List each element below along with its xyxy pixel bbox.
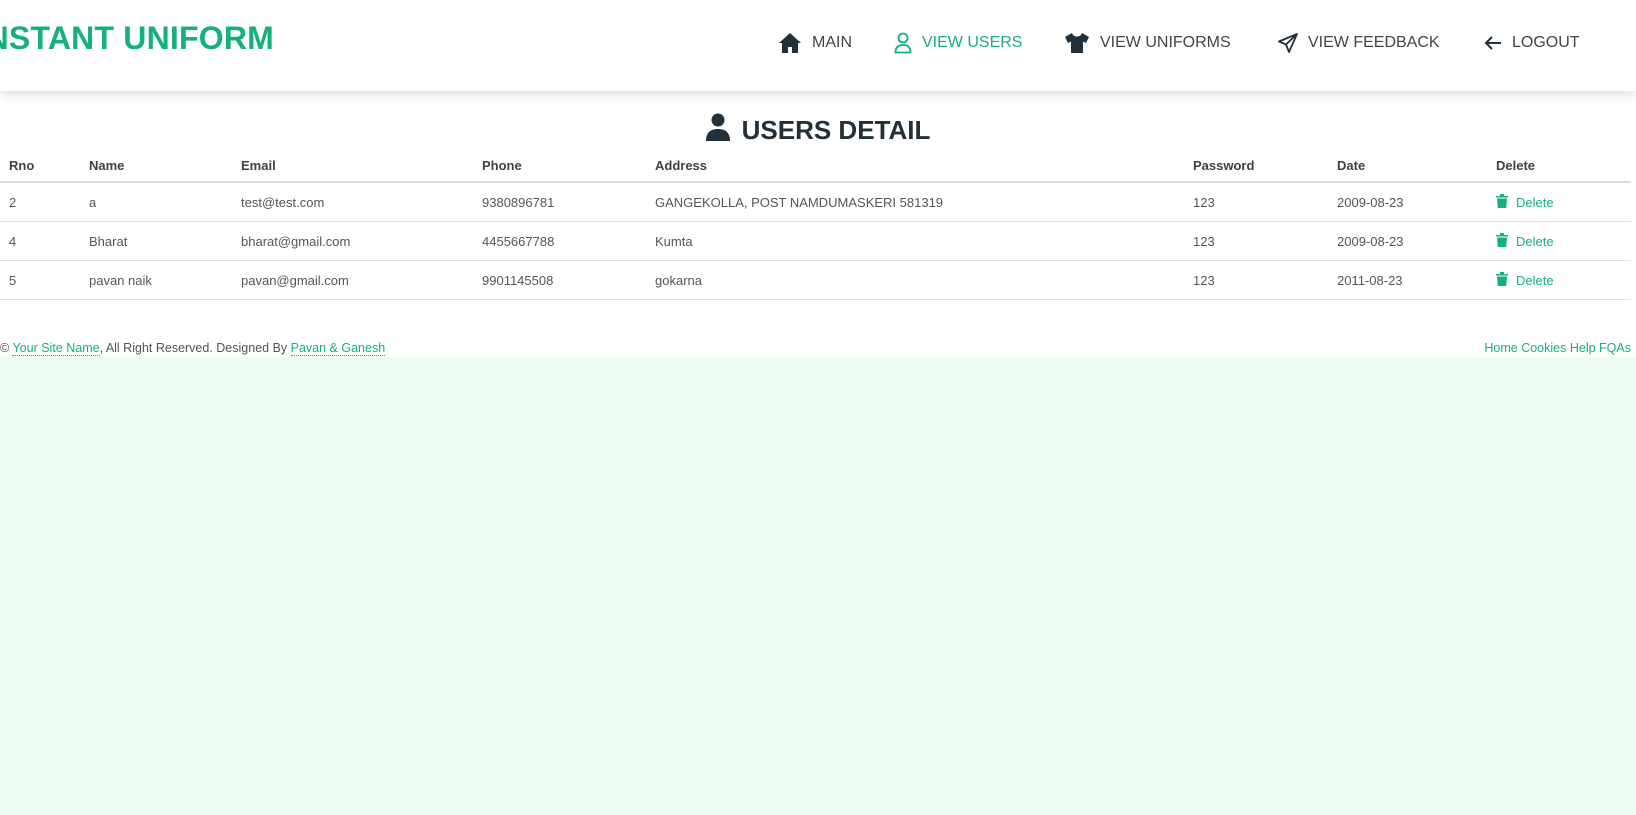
main-content: USERS DETAIL Rno Name Email Phone Addres… [0, 91, 1636, 357]
table-row: 5 pavan naik pavan@gmail.com 9901145508 … [0, 260, 1631, 300]
cell-email: test@test.com [232, 182, 473, 222]
tshirt-icon [1064, 32, 1090, 54]
cell-phone: 9380896781 [473, 182, 646, 222]
trash-icon [1496, 193, 1508, 211]
delete-button[interactable]: Delete [1496, 193, 1554, 211]
reserved-text: , All Right Reserved. Designed By [99, 341, 288, 355]
copyright-symbol: © [0, 341, 10, 355]
nav-view-users-label: VIEW USERS [922, 34, 1023, 51]
trash-icon [1496, 271, 1508, 289]
nav-main[interactable]: MAIN [778, 29, 852, 57]
cell-date: 2009-08-23 [1328, 221, 1487, 261]
column-header: Date [1328, 150, 1487, 183]
arrow-left-icon [1484, 35, 1502, 51]
cell-name: a [80, 182, 232, 222]
delete-button[interactable]: Delete [1496, 271, 1554, 289]
cell-delete: Delete [1487, 260, 1631, 300]
delete-label: Delete [1516, 233, 1554, 249]
nav-main-label: MAIN [812, 34, 852, 51]
nav-view-feedback-label: VIEW FEEDBACK [1308, 34, 1440, 51]
cell-name: Bharat [80, 221, 232, 261]
trash-icon [1496, 232, 1508, 250]
cell-phone: 4455667788 [473, 221, 646, 261]
home-icon [778, 32, 802, 54]
column-header: Address [646, 150, 1184, 183]
footer-link-home[interactable]: Home [1484, 341, 1517, 355]
cell-rno: 2 [0, 182, 80, 222]
brand-logo-text[interactable]: INSTANT UNIFORM [0, 18, 274, 58]
nav-logout-label: LOGOUT [1512, 34, 1580, 51]
cell-date: 2011-08-23 [1328, 260, 1487, 300]
page-title-text: USERS DETAIL [741, 115, 931, 145]
cell-address: Kumta [646, 221, 1184, 261]
top-navbar: INSTANT UNIFORM MAIN VIEW USERS VIEW UNI… [0, 0, 1636, 91]
column-header: Phone [473, 150, 646, 183]
table-row: 4 Bharat bharat@gmail.com 4455667788 Kum… [0, 221, 1631, 261]
cell-name: pavan naik [80, 260, 232, 300]
designer-link[interactable]: Pavan & Ganesh [290, 341, 386, 356]
paper-plane-icon [1278, 33, 1298, 53]
footer-link-cookies[interactable]: Cookies [1521, 341, 1566, 355]
nav-view-users[interactable]: VIEW USERS [894, 29, 1022, 57]
column-header: Password [1184, 150, 1328, 183]
delete-label: Delete [1516, 272, 1554, 288]
footer-copyright: © Your Site Name, All Right Reserved. De… [0, 341, 386, 356]
footer-link-help[interactable]: Help [1570, 341, 1596, 355]
cell-rno: 5 [0, 260, 80, 300]
table-header-row: Rno Name Email Phone Address Password Da… [0, 150, 1631, 183]
cell-password: 123 [1184, 182, 1328, 222]
page-title: USERS DETAIL [0, 113, 1636, 148]
nav-view-feedback[interactable]: VIEW FEEDBACK [1278, 29, 1440, 57]
user-icon [705, 113, 730, 148]
nav-view-uniforms-label: VIEW UNIFORMS [1100, 34, 1231, 51]
cell-password: 123 [1184, 260, 1328, 300]
footer-links: Home Cookies Help FQAs [1484, 341, 1631, 355]
cell-email: bharat@gmail.com [232, 221, 473, 261]
cell-email: pavan@gmail.com [232, 260, 473, 300]
cell-address: GANGEKOLLA, POST NAMDUMASKERI 581319 [646, 182, 1184, 222]
nav-logout[interactable]: LOGOUT [1484, 29, 1580, 57]
table-row: 2 a test@test.com 9380896781 GANGEKOLLA,… [0, 182, 1631, 222]
cell-delete: Delete [1487, 221, 1631, 261]
cell-delete: Delete [1487, 182, 1631, 222]
brand-logo[interactable]: INSTANT UNIFORM [0, 18, 274, 62]
footer-link-fqas[interactable]: FQAs [1599, 341, 1631, 355]
delete-label: Delete [1516, 194, 1554, 210]
cell-phone: 9901145508 [473, 260, 646, 300]
users-table: Rno Name Email Phone Address Password Da… [0, 150, 1631, 300]
column-header: Email [232, 150, 473, 183]
column-header: Rno [0, 150, 80, 183]
user-outline-icon [894, 32, 912, 54]
cell-rno: 4 [0, 221, 80, 261]
nav-view-uniforms[interactable]: VIEW UNIFORMS [1064, 29, 1231, 57]
column-header: Name [80, 150, 232, 183]
delete-button[interactable]: Delete [1496, 232, 1554, 250]
cell-password: 123 [1184, 221, 1328, 261]
column-header: Delete [1487, 150, 1631, 183]
cell-address: gokarna [646, 260, 1184, 300]
site-name-link[interactable]: Your Site Name [12, 341, 100, 356]
cell-date: 2009-08-23 [1328, 182, 1487, 222]
